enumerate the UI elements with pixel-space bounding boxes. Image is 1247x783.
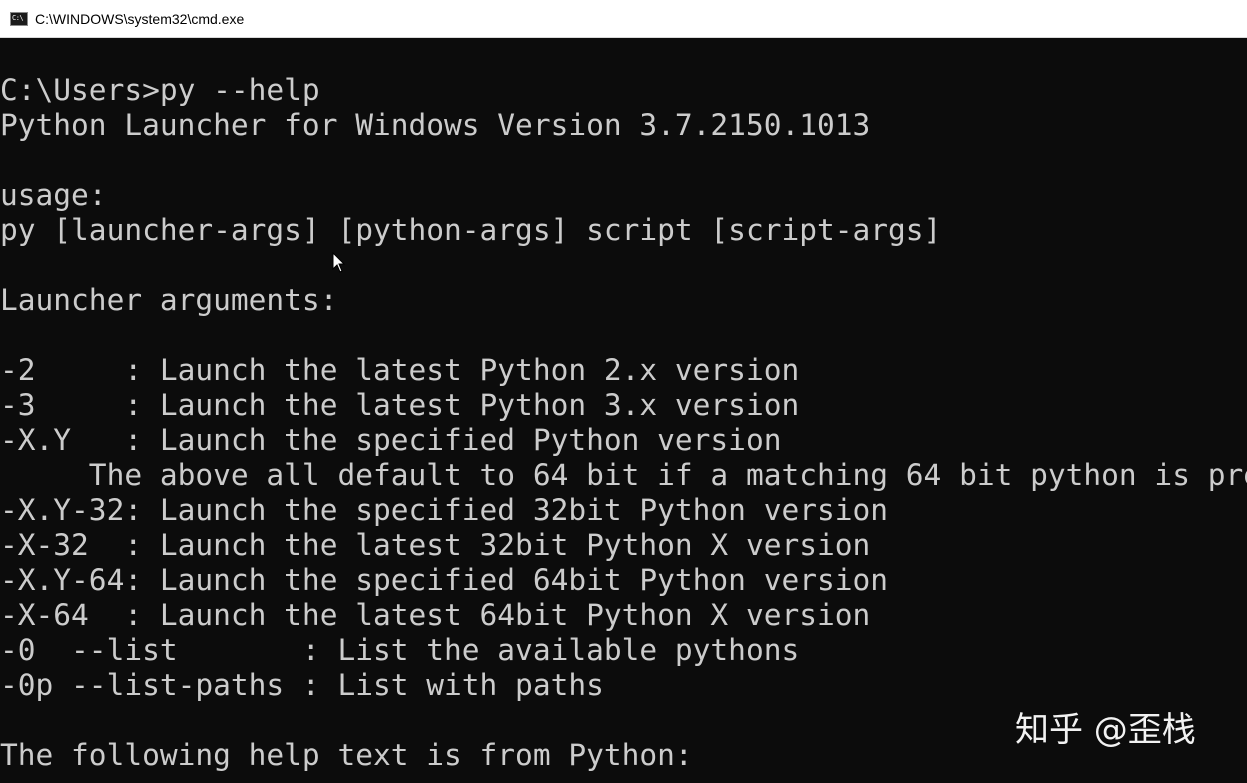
- cmd-icon[interactable]: C:\: [10, 12, 28, 26]
- console-line: -X.Y : Launch the specified Python versi…: [0, 423, 781, 458]
- console-output[interactable]: C:\Users>py --help Python Launcher for W…: [0, 38, 1247, 783]
- console-line: usage:: [0, 178, 107, 213]
- window-title: C:\WINDOWS\system32\cmd.exe: [35, 10, 244, 28]
- console-line: -X-64 : Launch the latest 64bit Python X…: [0, 598, 870, 633]
- watermark-text: 知乎 @歪栈: [1015, 710, 1196, 750]
- console-line: -3 : Launch the latest Python 3.x versio…: [0, 388, 799, 423]
- console-line: py [launcher-args] [python-args] script …: [0, 213, 941, 248]
- console-line: -2 : Launch the latest Python 2.x versio…: [0, 353, 799, 388]
- console-line: C:\Users>py --help: [0, 73, 320, 108]
- console-line: -X-32 : Launch the latest 32bit Python X…: [0, 528, 870, 563]
- console-line: -0p --list-paths : List with paths: [0, 668, 604, 703]
- title-bar[interactable]: C:\ C:\WINDOWS\system32\cmd.exe: [0, 0, 1247, 38]
- console-line: The above all default to 64 bit if a mat…: [0, 458, 1247, 493]
- console-line: The following help text is from Python:: [0, 738, 693, 773]
- console-line: Launcher arguments:: [0, 283, 337, 318]
- cmd-window: C:\ C:\WINDOWS\system32\cmd.exe C:\Users…: [0, 0, 1247, 783]
- console-line: -X.Y-64: Launch the specified 64bit Pyth…: [0, 563, 888, 598]
- console-line: -0 --list : List the available pythons: [0, 633, 799, 668]
- console-line: Python Launcher for Windows Version 3.7.…: [0, 108, 870, 143]
- console-line: -X.Y-32: Launch the specified 32bit Pyth…: [0, 493, 888, 528]
- mouse-pointer-icon: [332, 252, 346, 274]
- cmd-icon-label: C:\: [12, 14, 23, 22]
